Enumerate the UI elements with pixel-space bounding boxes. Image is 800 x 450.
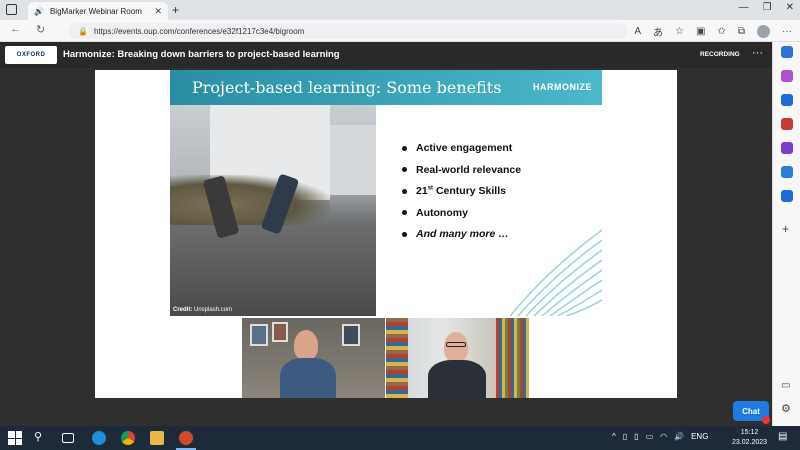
bullet-icon	[402, 188, 407, 194]
translate-icon[interactable]: あ	[653, 24, 663, 39]
more-options-icon[interactable]: ···	[752, 47, 763, 59]
tools-icon[interactable]	[781, 118, 793, 130]
list-item: And many more …	[402, 228, 521, 240]
slide-title: Project-based learning: Some benefits	[192, 78, 502, 97]
windows-taskbar: ⚲ ^ ▯ ▯ ▭ ◠ 🔊 ENG 15:12 23.02.2023 ▤	[0, 426, 800, 450]
battery-icon[interactable]: ▭	[646, 432, 654, 441]
slide-photo: Credit: Unsplash.com	[170, 105, 376, 316]
shopping-icon[interactable]	[781, 94, 793, 106]
tab-actions-icon[interactable]	[6, 4, 17, 15]
outlook-icon[interactable]	[781, 190, 793, 202]
settings-icon[interactable]: ⚙	[781, 402, 791, 415]
back-icon[interactable]: ←	[10, 23, 21, 35]
wall-picture	[250, 324, 268, 346]
list-item: 21st Century Skills	[402, 185, 521, 197]
restore-icon[interactable]: ❐	[763, 2, 772, 13]
clock-date: 23.02.2023	[732, 439, 768, 446]
notifications-icon[interactable]: ▤	[778, 431, 787, 442]
glasses-icon	[446, 342, 466, 347]
webinar-title: Harmonize: Breaking down barriers to pro…	[63, 49, 340, 60]
road-shape	[170, 225, 376, 316]
url-field[interactable]: 🔒 https://events.oup.com/conferences/e32…	[68, 23, 628, 39]
window-controls: — ❐ ✕	[739, 2, 794, 13]
search-icon[interactable]	[781, 46, 793, 58]
presentation-stage: Project-based learning: Some benefits HA…	[95, 70, 677, 398]
volume-icon[interactable]: 🔊	[674, 432, 684, 441]
audio-playing-icon[interactable]: 🔊	[34, 7, 44, 16]
list-item: Real-world relevance	[402, 164, 521, 176]
close-window-icon[interactable]: ✕	[786, 2, 794, 13]
bookshelf	[386, 318, 408, 398]
system-tray: ^ ▯ ▯ ▭ ◠ 🔊 ENG	[612, 432, 708, 441]
list-item: Autonomy	[402, 207, 521, 219]
trees-shape	[170, 175, 330, 225]
split-screen-icon[interactable]: ▣	[696, 26, 705, 37]
clock[interactable]: 15:12 23.02.2023	[732, 428, 767, 448]
language-indicator[interactable]: ENG	[691, 432, 708, 441]
slide: Project-based learning: Some benefits HA…	[170, 70, 602, 316]
harmonize-logo: HARMONIZE	[533, 82, 592, 92]
file-explorer-icon[interactable]	[150, 431, 164, 445]
wave-decoration	[510, 229, 602, 316]
benefit-list: Active engagement Real-world relevance 2…	[402, 142, 521, 250]
minimize-icon[interactable]: —	[739, 2, 749, 13]
lock-icon[interactable]: 🔒	[78, 27, 88, 36]
slide-banner: Project-based learning: Some benefits HA…	[170, 70, 602, 105]
favorite-star-icon[interactable]: ☆	[675, 26, 684, 37]
games-icon[interactable]	[781, 142, 793, 154]
edge-icon[interactable]	[92, 431, 106, 445]
oxford-logo: OXFORD	[5, 46, 57, 64]
wall-picture	[342, 324, 360, 346]
recording-badge: RECORDING	[700, 51, 740, 58]
edge-sidebar: + ▭ ⚙	[772, 42, 800, 426]
favorites-icon[interactable]: ✩	[717, 26, 725, 37]
sidebar-toggle-icon[interactable]: ▭	[781, 380, 790, 391]
url-text: https://events.oup.com/conferences/e32f1…	[93, 26, 305, 36]
bullet-icon	[402, 145, 407, 151]
notification-dot	[762, 416, 770, 424]
sparkle-icon[interactable]	[781, 70, 793, 82]
refresh-icon[interactable]: ↻	[36, 23, 45, 36]
show-hidden-icons-icon[interactable]: ^	[612, 432, 616, 441]
wall-picture	[272, 322, 288, 342]
start-icon[interactable]	[8, 431, 22, 445]
participant-body	[428, 360, 486, 398]
profile-avatar[interactable]	[757, 25, 770, 38]
settings-more-icon[interactable]: ···	[782, 26, 792, 37]
browser-tab[interactable]: 🔊 BigMarker Webinar Room ✕	[28, 2, 168, 20]
list-item: Active engagement	[402, 142, 521, 154]
search-icon[interactable]: ⚲	[34, 430, 48, 444]
browser-tab-bar: 🔊 BigMarker Webinar Room ✕ + — ❐ ✕	[0, 0, 800, 20]
building-shape	[330, 125, 376, 195]
participant-video[interactable]	[386, 318, 529, 398]
read-aloud-icon[interactable]: A	[634, 26, 641, 37]
collections-icon[interactable]: ⧉	[738, 26, 745, 37]
participant-body	[280, 358, 336, 398]
powerpoint-icon[interactable]	[179, 431, 193, 445]
app-tray-icon[interactable]: ▯	[634, 432, 638, 441]
participant-head	[294, 330, 318, 360]
task-view-icon[interactable]	[62, 433, 74, 443]
clock-time: 15:12	[740, 429, 759, 436]
participant-video[interactable]	[242, 318, 385, 398]
close-tab-icon[interactable]: ✕	[154, 6, 162, 17]
office-icon[interactable]	[781, 166, 793, 178]
add-icon[interactable]: +	[782, 222, 789, 236]
new-tab-icon[interactable]: +	[172, 3, 179, 17]
webinar-header: OXFORD Harmonize: Breaking down barriers…	[0, 42, 772, 68]
wifi-icon[interactable]: ◠	[660, 432, 667, 441]
bullet-icon	[402, 231, 407, 237]
tab-title: BigMarker Webinar Room	[49, 6, 142, 16]
bullet-icon	[402, 167, 407, 172]
network-icon[interactable]: ▯	[623, 432, 627, 441]
address-bar-row: ← ↻ 🔒 https://events.oup.com/conferences…	[0, 20, 800, 42]
participant-head	[444, 332, 468, 362]
chrome-icon[interactable]	[121, 431, 135, 445]
bookshelf	[496, 318, 529, 398]
webinar-page: OXFORD Harmonize: Breaking down barriers…	[0, 42, 772, 426]
bullet-icon	[402, 210, 407, 215]
photo-credit: Credit: Unsplash.com	[173, 307, 233, 313]
toolbar-icons: A あ ☆ ▣ ✩ ⧉ ···	[634, 24, 792, 39]
